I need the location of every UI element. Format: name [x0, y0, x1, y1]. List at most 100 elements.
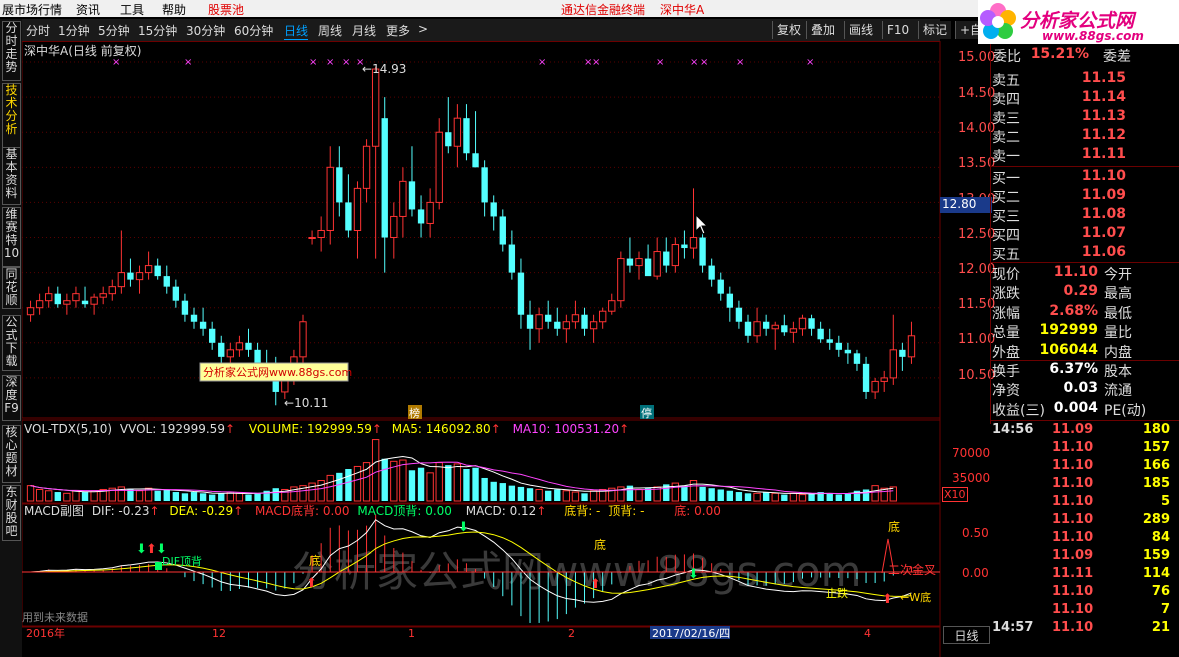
tick-volume: 76 [1151, 584, 1170, 599]
chart-area[interactable]: 分析家公式网www.88gs.com 深中华A(日线 前复权) × × × × × × ×… [22, 41, 990, 657]
candle-body [90, 296, 98, 305]
candle-body [644, 258, 652, 277]
mouse-cursor-icon [695, 213, 709, 235]
candle-body [608, 300, 616, 312]
overlay-button[interactable]: 叠加 [806, 21, 840, 39]
future-data-note: 用到未来数据 [22, 610, 88, 624]
candle-body [907, 335, 916, 358]
volume-bar [163, 489, 170, 501]
macd-axis-050: 0.50 [962, 526, 989, 540]
volume-bar [445, 465, 452, 501]
volume-bar [726, 490, 734, 501]
stop-fall-label: 止跌 [826, 586, 848, 600]
candle-body [72, 293, 80, 302]
level-label: 卖五 [992, 73, 1020, 89]
period-monthly[interactable]: 月线 [352, 22, 376, 39]
stat-label-2: 流通 [1104, 383, 1132, 400]
candle-body [35, 300, 44, 309]
volume-bar [735, 492, 743, 501]
menu-item-market[interactable]: 展市场行情 [2, 1, 62, 18]
candle-body [871, 380, 879, 393]
tab-depth-f9[interactable]: 深度F9 [2, 375, 21, 421]
low-price-label: ←10.11 [284, 396, 328, 410]
period-15min[interactable]: 15分钟 [138, 22, 177, 39]
candle-body [154, 265, 161, 277]
period-60min[interactable]: 60分钟 [234, 22, 273, 39]
stat-label-2: 股本 [1104, 364, 1132, 380]
menu-item-tools[interactable]: 工具 [120, 1, 144, 18]
period-daily[interactable]: 日线 [284, 22, 309, 40]
mark-button[interactable]: 标记 [918, 21, 952, 39]
f10-button[interactable]: F10 [882, 21, 914, 39]
tick-price: 11.10 [1052, 440, 1094, 455]
sell-level-2[interactable]: 卖二 11.12 [992, 127, 1178, 146]
candle-body [671, 244, 680, 267]
candle-body [245, 342, 252, 350]
tab-weisaite[interactable]: 维赛特10 [2, 207, 21, 267]
candle-body [653, 251, 661, 277]
volume-bar [753, 492, 761, 502]
volume-bar [526, 488, 534, 501]
chart-title: 深中华A(日线 前复权) [24, 43, 141, 58]
candle-body [499, 216, 506, 245]
candle-body [336, 167, 343, 203]
stat-row: 涨幅 2.68% 最低 [992, 303, 1178, 322]
period-weekly[interactable]: 周线 [318, 22, 342, 39]
volume-bar [190, 492, 198, 501]
level-price: 11.06 [1081, 244, 1126, 260]
candle-body [681, 244, 688, 249]
period-intraday[interactable]: 分时 [26, 22, 50, 39]
daily-tab-button[interactable]: 日线 [943, 626, 990, 644]
stat-value: 2.68% [1049, 302, 1098, 319]
candle-body [545, 314, 552, 322]
sell-level-4[interactable]: 卖四 11.14 [992, 89, 1178, 108]
restore-rights-button[interactable]: 复权 [772, 21, 806, 39]
period-30min[interactable]: 30分钟 [186, 22, 225, 39]
stat-row: 外盘 106044 内盘 [992, 342, 1178, 361]
period-more[interactable]: 更多 [386, 22, 410, 39]
volume-bar [708, 488, 715, 501]
sell-level-1[interactable]: 卖一 11.11 [992, 146, 1178, 165]
tab-core-themes[interactable]: 核心题材 [2, 425, 21, 483]
buy-level-1[interactable]: 买一 11.10 [992, 168, 1178, 187]
tab-eastmoney-forum[interactable]: 东财股吧 [2, 485, 21, 541]
tick-price: 11.10 [1052, 602, 1094, 617]
chevron-right-icon[interactable]: > [418, 22, 428, 36]
candle-body [390, 215, 398, 239]
menu-item-news[interactable]: 资讯 [76, 1, 100, 18]
candle-body [63, 300, 71, 305]
candle-body [54, 293, 61, 305]
volume-bar [826, 493, 833, 501]
volume-ma5-line [30, 455, 894, 495]
draw-line-button[interactable]: 画线 [844, 21, 878, 39]
volume-bar [453, 463, 462, 502]
svg-text:1: 1 [408, 627, 415, 640]
buy-level-3[interactable]: 买三 11.08 [992, 206, 1178, 225]
volume-bar [508, 485, 516, 501]
sell-level-5[interactable]: 卖五 11.15 [992, 70, 1178, 89]
green-square-icon [155, 562, 162, 570]
volume-bar [490, 481, 497, 501]
volume-bar [199, 493, 207, 501]
tab-tonghuashun[interactable]: 同花顺 [2, 267, 21, 309]
svg-text:×: × [592, 57, 600, 68]
menu-item-help[interactable]: 帮助 [162, 1, 186, 18]
stat-row: 涨跌 0.29 最高 [992, 283, 1178, 302]
sell-level-3[interactable]: 卖三 11.13 [992, 108, 1178, 127]
tab-fundamentals[interactable]: 基本资料 [2, 147, 21, 205]
level-label: 卖一 [992, 149, 1020, 165]
level-price: 11.10 [1081, 168, 1126, 184]
buy-level-2[interactable]: 买二 11.09 [992, 187, 1178, 206]
level-price: 11.07 [1081, 225, 1126, 241]
menu-item-stock-pool[interactable]: 股票池 [208, 1, 244, 18]
tab-technical[interactable]: 技术分析 [2, 83, 21, 157]
buy-level-5[interactable]: 买五 11.06 [992, 244, 1178, 263]
tab-formula-download[interactable]: 公式下载 [2, 315, 21, 371]
period-5min[interactable]: 5分钟 [98, 22, 130, 39]
volume-bar [871, 485, 879, 502]
buy-level-4[interactable]: 买四 11.07 [992, 225, 1178, 244]
bottom-label-2: 底 [594, 537, 606, 552]
tab-intraday[interactable]: 分时走势 [2, 21, 21, 81]
tick-row: 14:56 11.09 180 [992, 422, 1178, 440]
period-1min[interactable]: 1分钟 [58, 22, 90, 39]
